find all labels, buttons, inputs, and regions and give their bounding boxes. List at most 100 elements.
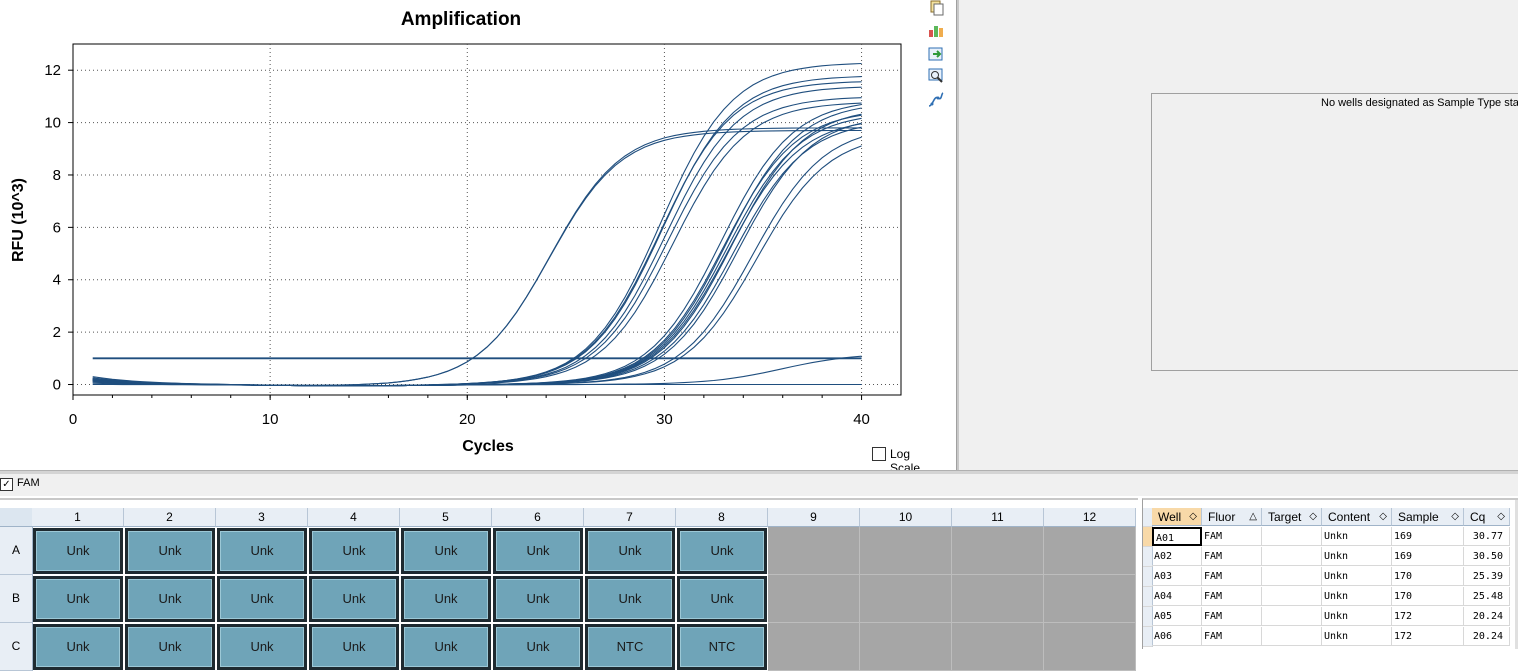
- column-header-well[interactable]: Well ◇: [1152, 508, 1202, 526]
- plate-well[interactable]: Unk: [677, 528, 767, 574]
- plate-well[interactable]: Unk: [493, 528, 583, 574]
- table-cell-cq[interactable]: 30.77: [1464, 527, 1510, 546]
- table-cell-target[interactable]: [1262, 627, 1322, 646]
- plate-well[interactable]: [1044, 623, 1136, 671]
- plate-select-all-corner[interactable]: [0, 508, 33, 527]
- log-scale-checkbox[interactable]: [872, 447, 886, 461]
- plate-well[interactable]: Unk: [309, 576, 399, 622]
- table-cell-fluor[interactable]: FAM: [1202, 627, 1262, 646]
- table-cell-cq[interactable]: 25.39: [1464, 567, 1510, 586]
- plate-well[interactable]: [952, 623, 1044, 671]
- plate-well[interactable]: [768, 527, 860, 575]
- plate-well[interactable]: Unk: [217, 624, 307, 670]
- table-cell-content[interactable]: Unkn: [1322, 587, 1392, 606]
- plate-well[interactable]: [1044, 575, 1136, 623]
- plate-well[interactable]: [860, 527, 952, 575]
- chart-settings-icon[interactable]: [928, 22, 944, 38]
- table-cell-sample[interactable]: 170: [1392, 567, 1464, 586]
- table-cell-fluor[interactable]: FAM: [1202, 567, 1262, 586]
- table-cell-cq[interactable]: 20.24: [1464, 627, 1510, 646]
- plate-well[interactable]: Unk: [401, 528, 491, 574]
- plate-row-header[interactable]: A: [0, 527, 33, 575]
- table-cell-sample[interactable]: 169: [1392, 547, 1464, 566]
- plate-well[interactable]: Unk: [217, 576, 307, 622]
- table-cell-sample[interactable]: 170: [1392, 587, 1464, 606]
- table-cell-well[interactable]: A05: [1152, 607, 1202, 626]
- plate-column-header[interactable]: 8: [676, 508, 768, 527]
- table-cell-cq[interactable]: 25.48: [1464, 587, 1510, 606]
- column-header-target[interactable]: Target ◇: [1262, 508, 1322, 526]
- plate-column-header[interactable]: 6: [492, 508, 584, 527]
- plate-well[interactable]: Unk: [33, 528, 123, 574]
- plate-well[interactable]: Unk: [401, 576, 491, 622]
- plate-well[interactable]: Unk: [217, 528, 307, 574]
- plate-well[interactable]: NTC: [677, 624, 767, 670]
- plate-well[interactable]: Unk: [309, 528, 399, 574]
- table-cell-content[interactable]: Unkn: [1322, 627, 1392, 646]
- plate-well[interactable]: Unk: [125, 528, 215, 574]
- plate-well[interactable]: Unk: [309, 624, 399, 670]
- plate-column-header[interactable]: 9: [768, 508, 860, 527]
- plate-column-header[interactable]: 2: [124, 508, 216, 527]
- plate-column-header[interactable]: 11: [952, 508, 1044, 527]
- table-cell-well[interactable]: A06: [1152, 627, 1202, 646]
- curve-icon[interactable]: [928, 92, 944, 108]
- plate-column-header[interactable]: 3: [216, 508, 308, 527]
- table-cell-sample[interactable]: 169: [1392, 527, 1464, 546]
- table-cell-well[interactable]: A03: [1152, 567, 1202, 586]
- plate-well[interactable]: Unk: [125, 576, 215, 622]
- table-cell-fluor[interactable]: FAM: [1202, 587, 1262, 606]
- plate-column-header[interactable]: 7: [584, 508, 676, 527]
- sort-ascending-icon[interactable]: △: [1249, 508, 1257, 526]
- sort-icon[interactable]: ◇: [1451, 508, 1459, 526]
- plate-column-header[interactable]: 1: [32, 508, 124, 527]
- column-header-fluor[interactable]: Fluor △: [1202, 508, 1262, 526]
- sort-icon[interactable]: ◇: [1189, 508, 1197, 526]
- plate-well[interactable]: [952, 527, 1044, 575]
- table-cell-well[interactable]: A01: [1152, 527, 1202, 546]
- plate-well[interactable]: Unk: [585, 528, 675, 574]
- plate-well[interactable]: Unk: [33, 624, 123, 670]
- plate-row-header[interactable]: C: [0, 623, 33, 671]
- plate-row-header[interactable]: B: [0, 575, 33, 623]
- table-cell-well[interactable]: A04: [1152, 587, 1202, 606]
- plate-well[interactable]: Unk: [585, 576, 675, 622]
- table-cell-cq[interactable]: 30.50: [1464, 547, 1510, 566]
- sort-icon[interactable]: ◇: [1379, 508, 1387, 526]
- plate-well[interactable]: Unk: [677, 576, 767, 622]
- fam-checkbox[interactable]: ✓: [0, 478, 13, 491]
- plate-well[interactable]: Unk: [493, 624, 583, 670]
- table-cell-fluor[interactable]: FAM: [1202, 607, 1262, 626]
- table-cell-target[interactable]: [1262, 567, 1322, 586]
- plate-well[interactable]: Unk: [401, 624, 491, 670]
- table-cell-target[interactable]: [1262, 607, 1322, 626]
- table-cell-content[interactable]: Unkn: [1322, 527, 1392, 546]
- table-cell-cq[interactable]: 20.24: [1464, 607, 1510, 626]
- table-cell-target[interactable]: [1262, 527, 1322, 546]
- zoom-icon[interactable]: [928, 68, 944, 84]
- plate-well[interactable]: [768, 623, 860, 671]
- column-header-sample[interactable]: Sample ◇: [1392, 508, 1464, 526]
- plate-well[interactable]: Unk: [33, 576, 123, 622]
- plate-well[interactable]: [768, 575, 860, 623]
- plate-column-header[interactable]: 10: [860, 508, 952, 527]
- table-cell-fluor[interactable]: FAM: [1202, 527, 1262, 546]
- export-icon[interactable]: [928, 46, 944, 62]
- table-cell-content[interactable]: Unkn: [1322, 567, 1392, 586]
- table-cell-sample[interactable]: 172: [1392, 607, 1464, 626]
- table-cell-well[interactable]: A02: [1152, 547, 1202, 566]
- sort-icon[interactable]: ◇: [1497, 508, 1505, 526]
- plate-column-header[interactable]: 5: [400, 508, 492, 527]
- plate-well[interactable]: NTC: [585, 624, 675, 670]
- column-header-cq[interactable]: Cq ◇: [1464, 508, 1510, 526]
- sort-icon[interactable]: ◇: [1309, 508, 1317, 526]
- plate-well[interactable]: [1044, 527, 1136, 575]
- column-header-content[interactable]: Content ◇: [1322, 508, 1392, 526]
- plate-well[interactable]: [860, 623, 952, 671]
- table-cell-target[interactable]: [1262, 587, 1322, 606]
- table-cell-content[interactable]: Unkn: [1322, 607, 1392, 626]
- plate-well[interactable]: Unk: [493, 576, 583, 622]
- table-cell-target[interactable]: [1262, 547, 1322, 566]
- table-cell-content[interactable]: Unkn: [1322, 547, 1392, 566]
- plate-well[interactable]: [860, 575, 952, 623]
